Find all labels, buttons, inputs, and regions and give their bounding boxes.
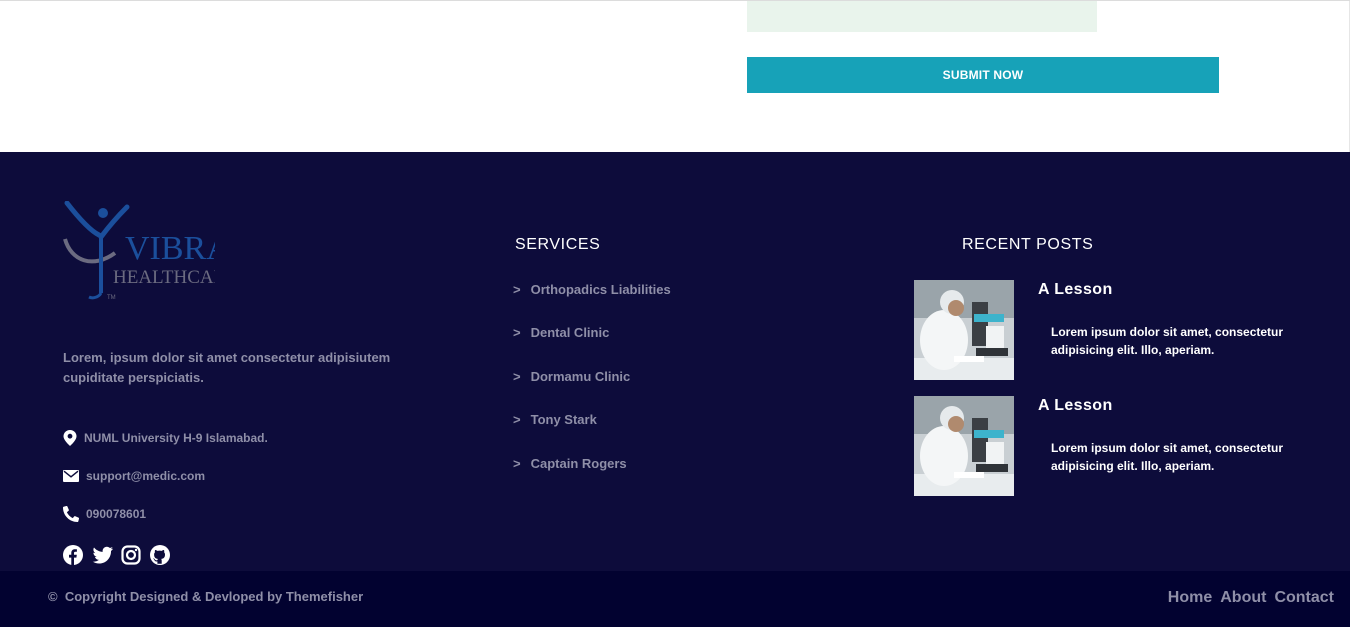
logo-trademark: TM [107, 295, 116, 301]
footer-nav: Home About Contact [1168, 589, 1334, 607]
logo-word-healthcare: HEALTHCARE [113, 267, 215, 288]
message-textarea[interactable] [747, 1, 1097, 32]
service-label: Dental Clinic [530, 325, 610, 340]
social-links [63, 545, 170, 565]
copyright-text: © Copyright Designed & Devloped by Theme… [48, 589, 363, 604]
chevron-right-icon: > [513, 325, 521, 340]
post-excerpt: Lorem ipsum dolor sit amet, consectetur … [1051, 325, 1284, 357]
services-heading: SERVICES [515, 236, 601, 253]
submit-button[interactable]: SUBMIT NOW [747, 57, 1219, 93]
service-link-orthopadics[interactable]: > Orthopadics Liabilities [513, 282, 671, 297]
logo-word-vibra: VIBRA [125, 230, 215, 267]
footer-about-text: Lorem, ipsum dolor sit amet consectetur … [63, 350, 391, 385]
post-title[interactable]: A Lesson [1038, 281, 1113, 299]
email-row[interactable]: support@medic.com [63, 467, 205, 485]
post-thumbnail[interactable] [914, 280, 1014, 380]
address-row: NUML University H-9 Islamabad. [63, 429, 268, 447]
chevron-right-icon: > [513, 369, 521, 384]
phone-row[interactable]: 090078601 [63, 505, 146, 523]
nav-link-about[interactable]: About [1220, 589, 1266, 607]
github-icon[interactable] [150, 545, 170, 565]
envelope-icon [63, 470, 79, 482]
copyright-symbol: © [48, 589, 58, 604]
phone-icon [63, 506, 79, 522]
phone-text[interactable]: 090078601 [86, 507, 146, 521]
service-label: Captain Rogers [530, 456, 627, 471]
service-link-dormamu[interactable]: > Dormamu Clinic [513, 369, 630, 384]
chevron-right-icon: > [513, 456, 521, 471]
email-text[interactable]: support@medic.com [86, 469, 205, 483]
footer: VIBRA HEALTHCARE TM Lorem, ipsum dolor s… [0, 152, 1350, 571]
post-title[interactable]: A Lesson [1038, 397, 1113, 415]
service-link-captain-rogers[interactable]: > Captain Rogers [513, 456, 627, 471]
chevron-right-icon: > [513, 412, 521, 427]
map-pin-icon [63, 430, 77, 446]
post-excerpt: Lorem ipsum dolor sit amet, consectetur … [1051, 441, 1284, 473]
vibra-healthcare-logo[interactable]: VIBRA HEALTHCARE TM [63, 201, 215, 301]
copyright-label: Copyright Designed & Devloped by Themefi… [64, 589, 364, 604]
service-label: Tony Stark [530, 412, 597, 427]
service-link-dental[interactable]: > Dental Clinic [513, 325, 609, 340]
recent-posts-heading: RECENT POSTS [962, 236, 1094, 253]
address-text: NUML University H-9 Islamabad. [84, 431, 268, 445]
twitter-icon[interactable] [92, 545, 113, 565]
bottom-bar: © Copyright Designed & Devloped by Theme… [0, 571, 1350, 627]
chevron-right-icon: > [513, 282, 521, 297]
service-link-tony-stark[interactable]: > Tony Stark [513, 412, 597, 427]
nav-link-contact[interactable]: Contact [1274, 589, 1334, 607]
service-label: Dormamu Clinic [530, 369, 631, 384]
instagram-icon[interactable] [121, 545, 141, 565]
facebook-icon[interactable] [63, 545, 83, 565]
service-label: Orthopadics Liabilities [530, 282, 671, 297]
nav-link-home[interactable]: Home [1168, 589, 1212, 607]
post-thumbnail[interactable] [914, 396, 1014, 496]
contact-form-section: SUBMIT NOW [0, 0, 1350, 153]
